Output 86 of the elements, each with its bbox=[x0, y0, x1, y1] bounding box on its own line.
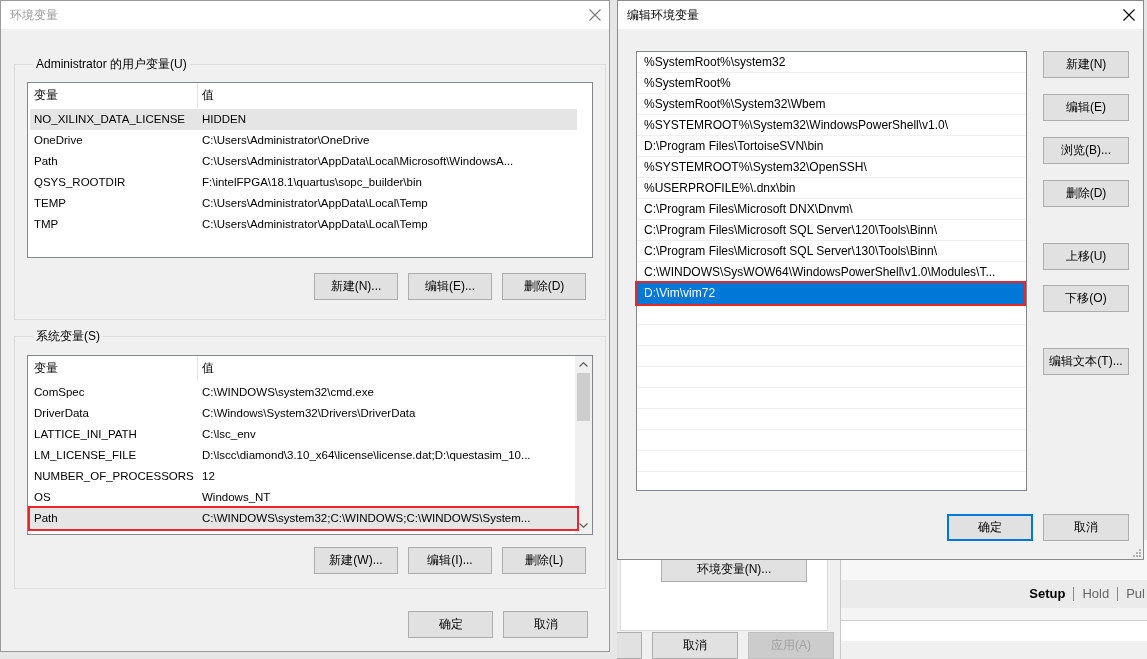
table-row[interactable]: Path C:\Users\Administrator\AppData\Local\Microsoft\WindowsA... bbox=[30, 151, 577, 172]
window-title: 环境变量 bbox=[10, 7, 58, 23]
table-row[interactable]: NUMBER_OF_PROCESSORS 12 bbox=[30, 466, 577, 487]
resize-grip-icon[interactable] bbox=[1133, 549, 1141, 557]
table-row[interactable]: LM_LICENSE_FILE D:\lscc\diamond\3.10_x64\license\license.dat;D:\questasim_10... bbox=[30, 445, 577, 466]
table-cell-text: D:\lscc\diamond\3.10_x64\license\license.dat;D:\questasim_10... bbox=[201, 448, 532, 463]
list-item[interactable]: C:\Program Files\Microsoft SQL Server\120\Tools\Binn\ bbox=[637, 220, 1024, 241]
column-header[interactable]: 变量 bbox=[30, 83, 198, 108]
dialog-button[interactable]: 新建(W)... bbox=[314, 547, 398, 574]
list-item[interactable]: %SystemRoot%\System32\Wbem bbox=[637, 94, 1024, 115]
table-cell-text: Path bbox=[33, 511, 59, 526]
table-cell-text: OS bbox=[33, 490, 52, 505]
table-row[interactable]: ComSpec C:\WINDOWS\system32\cmd.exe bbox=[30, 382, 577, 403]
dialog-button[interactable]: 删除(L) bbox=[502, 547, 586, 574]
table-row[interactable]: DriverData C:\Windows\System32\Drivers\DriverData bbox=[30, 403, 577, 424]
list-item[interactable]: %SystemRoot%\system32 bbox=[637, 52, 1024, 73]
close-icon[interactable] bbox=[1123, 9, 1135, 21]
table-cell-text: Path bbox=[33, 154, 59, 169]
list-item[interactable]: D:\Vim\vim72 bbox=[637, 283, 1024, 304]
table-cell-text: TMP bbox=[33, 217, 60, 232]
dialog-button[interactable]: 浏览(B)... bbox=[1043, 137, 1129, 164]
table-cell-text: C:\WINDOWS\system32;C:\WINDOWS;C:\WINDOWS\System... bbox=[201, 511, 532, 526]
table-row[interactable]: LATTICE_INI_PATH C:\lsc_env bbox=[30, 424, 577, 445]
caret-up-icon[interactable] bbox=[579, 362, 588, 367]
dialog-button[interactable]: 删除(D) bbox=[1043, 180, 1129, 207]
table-row[interactable]: OS Windows_NT bbox=[30, 487, 577, 508]
table-row[interactable]: NO_XILINX_DATA_LICENSE HIDDEN bbox=[30, 109, 577, 130]
table-cell-text: NO_XILINX_DATA_LICENSE bbox=[33, 112, 187, 127]
table-row[interactable]: Path C:\WINDOWS\system32;C:\WINDOWS;C:\WINDOWS\System... bbox=[30, 508, 577, 529]
list-item[interactable]: C:\Program Files\Microsoft DNX\Dnvm\ bbox=[637, 199, 1024, 220]
analysis-tab[interactable]: Pul bbox=[1126, 586, 1145, 602]
table-cell-text: OneDrive bbox=[33, 133, 84, 148]
table-cell-text: C:\Users\Administrator\AppData\Local\Temp bbox=[201, 217, 429, 232]
table-cell-text: HIDDEN bbox=[201, 112, 248, 127]
dialog-button[interactable]: 新建(N)... bbox=[314, 273, 398, 300]
table-row[interactable]: QSYS_ROOTDIR F:\intelFPGA\18.1\quartus\sopc_builder\bin bbox=[30, 172, 577, 193]
list-item[interactable]: %SYSTEMROOT%\System32\OpenSSH\ bbox=[637, 157, 1024, 178]
caret-down-icon[interactable] bbox=[579, 523, 588, 528]
table-cell-text: ComSpec bbox=[33, 385, 86, 400]
table-cell-text: Windows_NT bbox=[201, 490, 272, 505]
dialog-button[interactable]: 新建(N) bbox=[1043, 51, 1129, 78]
table-cell-text: C:\Users\Administrator\OneDrive bbox=[201, 133, 371, 148]
group-label: 系统变量(S) bbox=[35, 329, 101, 344]
table-cell-text: NUMBER_OF_PROCESSORS bbox=[33, 469, 195, 484]
table-cell-text: C:\Windows\System32\Drivers\DriverData bbox=[201, 406, 417, 421]
column-header[interactable]: 变量 bbox=[30, 356, 198, 381]
analysis-tab[interactable]: Hold bbox=[1082, 586, 1110, 602]
dialog-button[interactable]: 确定 bbox=[408, 611, 493, 638]
list-item[interactable]: %SystemRoot% bbox=[637, 73, 1024, 94]
scrollbar-thumb[interactable] bbox=[577, 373, 590, 421]
table-cell-text: 12 bbox=[201, 469, 216, 484]
table-cell-text: TEMP bbox=[33, 196, 67, 211]
table-cell-text: F:\intelFPGA\18.1\quartus\sopc_builder\bin bbox=[201, 175, 423, 190]
table-row[interactable]: OneDrive C:\Users\Administrator\OneDrive bbox=[30, 130, 577, 151]
dialog-button[interactable]: 编辑(E) bbox=[1043, 94, 1129, 121]
table-cell-text: C:\Users\Administrator\AppData\Local\Temp bbox=[201, 196, 429, 211]
dialog-button[interactable]: 编辑(I)... bbox=[408, 547, 492, 574]
group-label: Administrator 的用户变量(U) bbox=[35, 57, 188, 72]
table-cell-text: DriverData bbox=[33, 406, 90, 421]
list-item[interactable]: %USERPROFILE%\.dnx\bin bbox=[637, 178, 1024, 199]
list-item[interactable]: D:\Program Files\TortoiseSVN\bin bbox=[637, 136, 1024, 157]
dialog-button[interactable]: 编辑文本(T)... bbox=[1043, 348, 1129, 375]
table-row[interactable]: TEMP C:\Users\Administrator\AppData\Local\Temp bbox=[30, 193, 577, 214]
column-header[interactable]: 值 bbox=[198, 356, 577, 381]
dialog-button[interactable]: 下移(O) bbox=[1043, 285, 1129, 312]
list-item[interactable]: C:\WINDOWS\SysWOW64\WindowsPowerShell\v1.0\Modules\T... bbox=[637, 262, 1024, 283]
list-item[interactable]: %SYSTEMROOT%\System32\WindowsPowerShell\v1.0\ bbox=[637, 115, 1024, 136]
scrollbar[interactable] bbox=[575, 356, 592, 534]
analysis-tab[interactable]: Setup bbox=[1029, 586, 1066, 602]
list-item[interactable]: C:\Program Files\Microsoft SQL Server\130\Tools\Binn\ bbox=[637, 241, 1024, 262]
table-cell-text: LATTICE_INI_PATH bbox=[33, 427, 138, 442]
table-cell-text: C:\Users\Administrator\AppData\Local\Microsoft\WindowsA... bbox=[201, 154, 515, 169]
dialog-button[interactable]: 删除(D) bbox=[502, 273, 586, 300]
table-cell-text: QSYS_ROOTDIR bbox=[33, 175, 127, 190]
dialog-button[interactable]: 编辑(E)... bbox=[408, 273, 492, 300]
dialog-button[interactable]: 取消 bbox=[503, 611, 588, 638]
dialog-button[interactable]: 确定 bbox=[947, 514, 1033, 541]
table-cell-text: C:\WINDOWS\system32\cmd.exe bbox=[201, 385, 375, 400]
dialog-button[interactable]: 取消 bbox=[652, 632, 738, 659]
window-title: 编辑环境变量 bbox=[627, 7, 699, 23]
dialog-button[interactable]: 上移(U) bbox=[1043, 243, 1129, 270]
dialog-button[interactable]: 取消 bbox=[1043, 514, 1129, 541]
table-cell-text: LM_LICENSE_FILE bbox=[33, 448, 138, 463]
table-row[interactable]: TMP C:\Users\Administrator\AppData\Local\Temp bbox=[30, 214, 577, 235]
table-cell-text: C:\lsc_env bbox=[201, 427, 257, 442]
column-header[interactable]: 值 bbox=[198, 83, 577, 108]
